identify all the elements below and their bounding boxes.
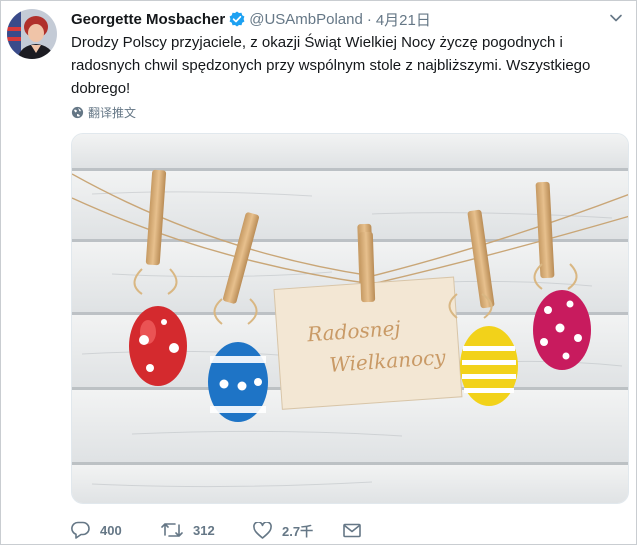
red-egg [129, 306, 187, 386]
blue-egg [208, 342, 268, 422]
tweet-photo[interactable]: Radosnej Wielkanocy [71, 133, 629, 504]
yellow-egg [460, 326, 518, 406]
globe-icon [71, 106, 84, 119]
retweet-icon [161, 523, 183, 537]
translate-tweet-link[interactable]: 翻译推文 [71, 104, 136, 121]
display-name[interactable]: Georgette Mosbacher [71, 11, 225, 28]
tweet-card: Georgette Mosbacher @USAmbPoland · 4月21日… [0, 0, 637, 545]
retweet-count: 312 [193, 522, 215, 538]
user-handle[interactable]: @USAmbPoland [249, 11, 363, 28]
like-icon [253, 521, 272, 539]
avatar[interactable] [7, 9, 57, 59]
tweet-date[interactable]: 4月21日 [376, 9, 431, 30]
tweet-actions: 400 312 2.7千 [71, 516, 371, 544]
separator: · [366, 10, 372, 28]
message-button[interactable] [343, 523, 371, 538]
tweet-header: Georgette Mosbacher @USAmbPoland · 4月21日 [71, 9, 431, 29]
reply-count: 400 [100, 522, 122, 538]
message-icon [343, 523, 361, 537]
like-count: 2.7千 [282, 523, 314, 539]
verified-badge-icon [229, 11, 245, 27]
translate-label: 翻译推文 [88, 106, 137, 120]
reply-icon [71, 521, 90, 539]
reply-button[interactable]: 400 [71, 521, 161, 539]
chevron-down-icon[interactable] [609, 11, 623, 25]
tweet-text: Drodzy Polscy przyjaciele, z okazji Świą… [71, 34, 591, 97]
like-button[interactable]: 2.7千 [253, 521, 343, 540]
retweet-button[interactable]: 312 [161, 521, 253, 539]
pink-egg [533, 290, 591, 370]
